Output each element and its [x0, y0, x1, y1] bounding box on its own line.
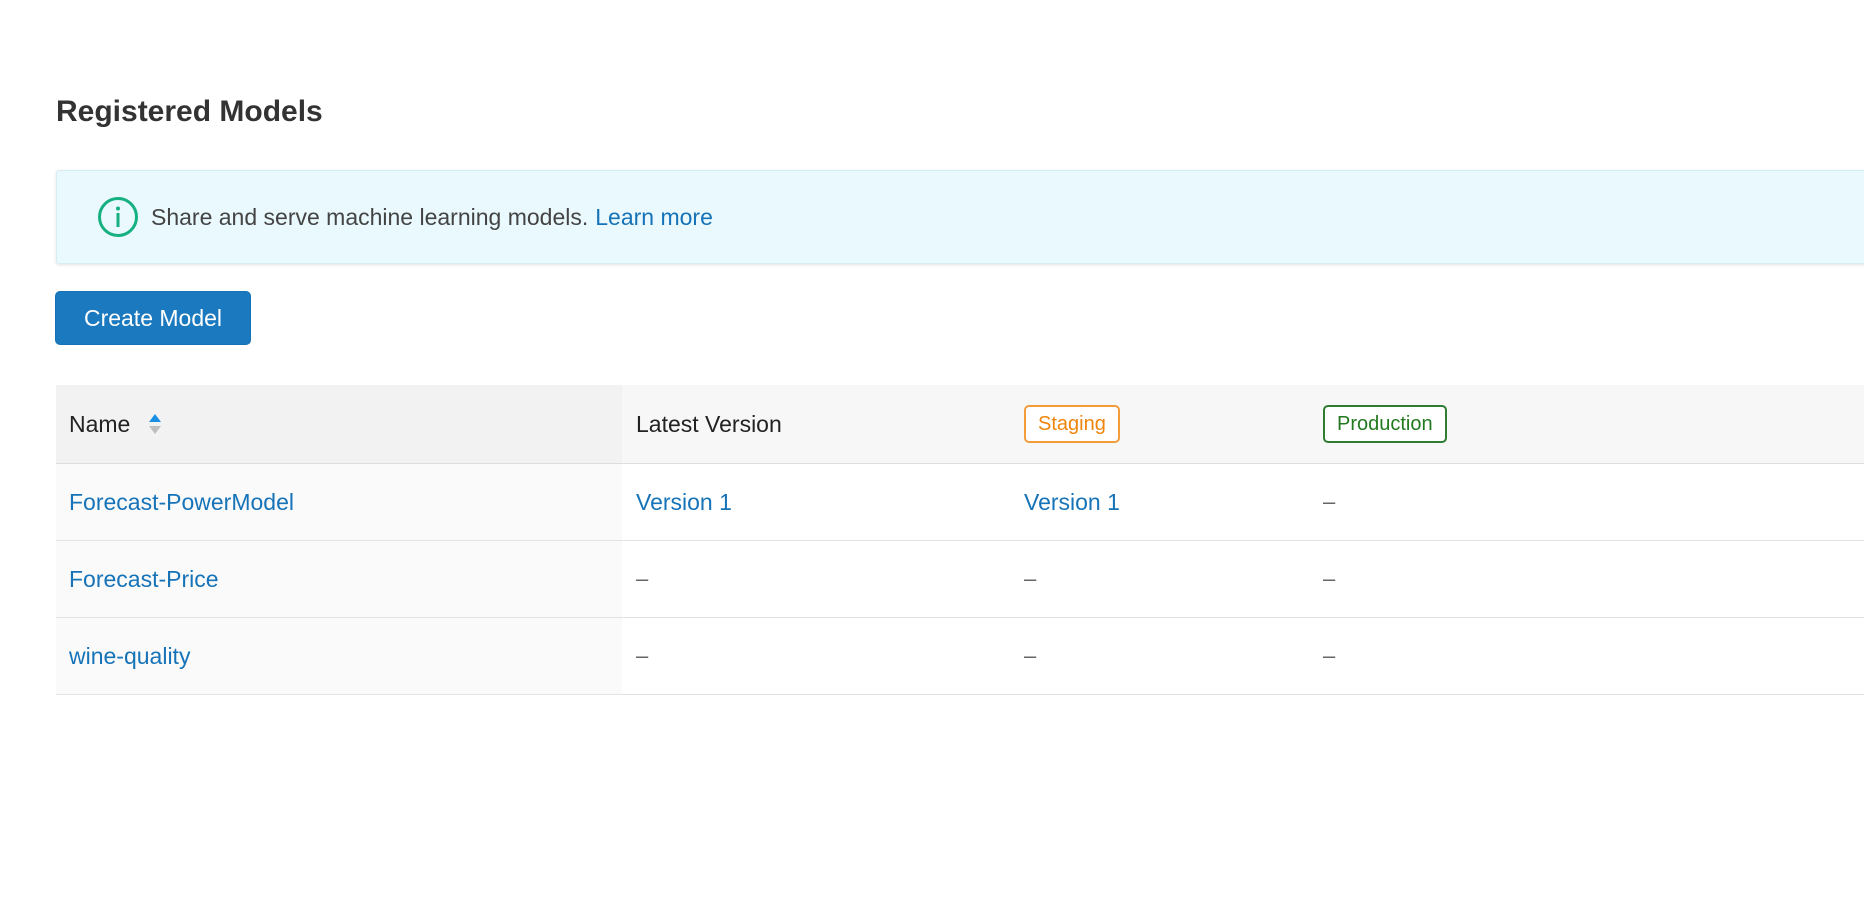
table-row: Forecast-PowerModel Version 1 Version 1 … [56, 464, 1864, 541]
empty-value: – [1024, 566, 1037, 591]
model-name-link[interactable]: Forecast-Price [69, 566, 219, 593]
model-name-cell: Forecast-PowerModel [56, 464, 622, 540]
staging-version-cell: Version 1 [1011, 464, 1310, 540]
empty-value: – [1323, 643, 1336, 668]
latest-version-link[interactable]: Version 1 [636, 489, 732, 516]
staging-version-link[interactable]: Version 1 [1024, 489, 1120, 516]
table-header-row: Name Latest Version Staging Production [56, 385, 1864, 464]
models-table: Name Latest Version Staging Production F… [56, 385, 1864, 695]
empty-value: – [1323, 566, 1336, 591]
model-name-link[interactable]: wine-quality [69, 643, 190, 670]
page-title: Registered Models [56, 95, 323, 128]
staging-version-cell: – [1011, 541, 1310, 617]
model-name-cell: wine-quality [56, 618, 622, 694]
model-name-cell: Forecast-Price [56, 541, 622, 617]
table-row: wine-quality – – – [56, 618, 1864, 695]
staging-tag: Staging [1024, 405, 1120, 443]
info-icon [97, 196, 139, 238]
production-tag: Production [1323, 405, 1447, 443]
column-latest-label: Latest Version [636, 410, 782, 437]
latest-version-cell: Version 1 [622, 464, 1011, 540]
empty-value: – [636, 643, 649, 668]
column-header-production: Production [1310, 385, 1864, 463]
latest-version-cell: – [622, 618, 1011, 694]
model-name-link[interactable]: Forecast-PowerModel [69, 489, 294, 516]
empty-value: – [636, 566, 649, 591]
banner-message: Share and serve machine learning models. [151, 203, 589, 230]
registered-models-page: Registered Models Share and serve machin… [0, 0, 1864, 916]
column-header-staging: Staging [1011, 385, 1310, 463]
column-header-latest-version: Latest Version [622, 385, 1011, 463]
production-version-cell: – [1310, 541, 1864, 617]
column-header-name[interactable]: Name [56, 385, 622, 463]
table-row: Forecast-Price – – – [56, 541, 1864, 618]
latest-version-cell: – [622, 541, 1011, 617]
empty-value: – [1323, 489, 1336, 514]
production-version-cell: – [1310, 618, 1864, 694]
empty-value: – [1024, 643, 1037, 668]
sort-icon[interactable] [148, 413, 162, 435]
create-model-button[interactable]: Create Model [55, 291, 251, 345]
learn-more-link[interactable]: Learn more [595, 204, 713, 231]
staging-version-cell: – [1011, 618, 1310, 694]
info-banner: Share and serve machine learning models.… [56, 170, 1864, 264]
production-version-cell: – [1310, 464, 1864, 540]
column-name-label: Name [69, 410, 131, 437]
